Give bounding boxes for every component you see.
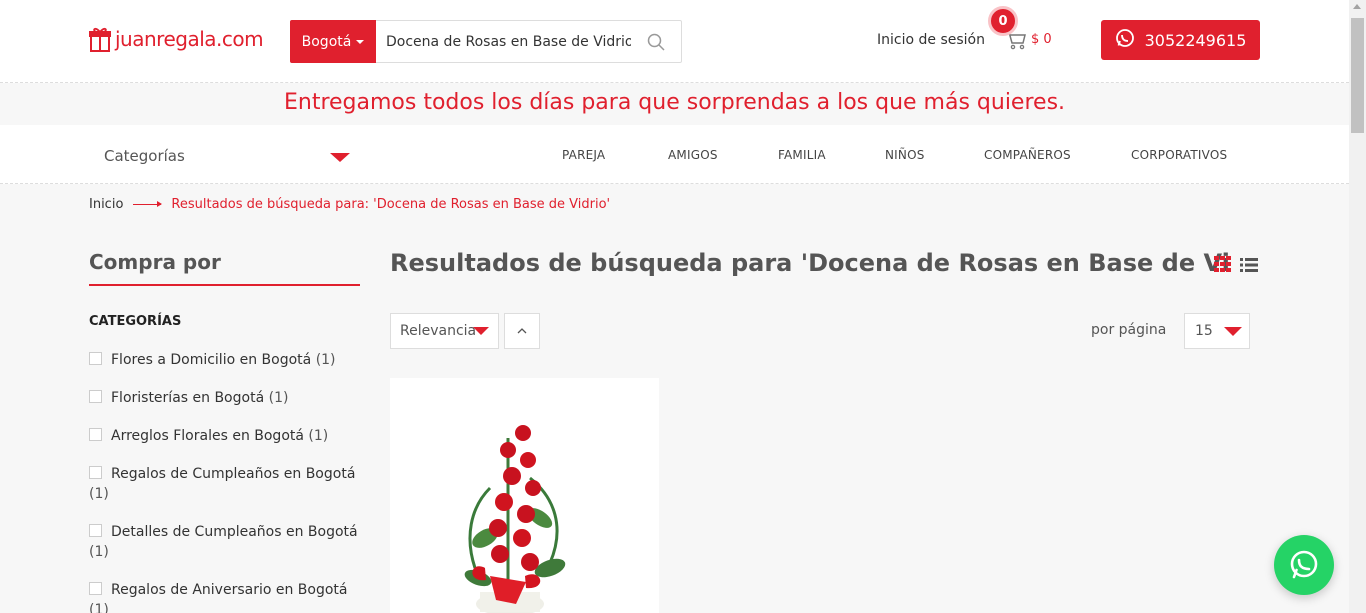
facet-count: (1): [308, 428, 329, 444]
caret-down-icon[interactable]: [330, 153, 350, 162]
caret-down-icon: [356, 39, 365, 44]
search-input[interactable]: [376, 21, 631, 62]
facet-label: Floristerías en Bogotá: [111, 390, 265, 406]
search-bar: Bogotá: [290, 20, 682, 63]
phone-number: 3052249615: [1144, 30, 1247, 50]
per-page-label: por página: [1091, 322, 1167, 338]
sort-direction-button[interactable]: [504, 313, 540, 349]
gift-icon: [89, 25, 111, 53]
cart-amount[interactable]: $ 0: [1031, 32, 1052, 47]
site-logo[interactable]: juanregala.com: [89, 25, 264, 53]
facet-item[interactable]: Regalos de Aniversario en Bogotá (1): [89, 580, 359, 613]
main-nav: Categorías PAREJA AMIGOS FAMILIA NIÑOS C…: [0, 125, 1349, 184]
city-selector[interactable]: Bogotá: [290, 20, 376, 63]
site-header: juanregala.com Bogotá Inicio de sesión 0…: [0, 0, 1349, 83]
scroll-up-icon[interactable]: [1353, 4, 1361, 9]
whatsapp-icon: [1290, 550, 1318, 579]
login-link[interactable]: Inicio de sesión: [877, 32, 985, 48]
checkbox[interactable]: [89, 428, 102, 441]
results-title: Resultados de búsqueda para 'Docena de R…: [390, 249, 1228, 277]
caret-down-icon[interactable]: [1224, 327, 1242, 336]
facet-item[interactable]: Floristerías en Bogotá (1): [89, 388, 359, 408]
facet-count: (1): [89, 486, 109, 502]
categories-dropdown[interactable]: Categorías: [104, 147, 185, 165]
product-card[interactable]: [390, 378, 659, 613]
facet-label: Regalos de Cumpleaños en Bogotá: [111, 466, 356, 482]
nav-item-companeros[interactable]: COMPAÑEROS: [984, 148, 1071, 162]
caret-down-icon[interactable]: [473, 327, 489, 335]
facet-count: (1): [89, 544, 109, 560]
facet-label: Regalos de Aniversario en Bogotá: [111, 582, 348, 598]
list-view-icon[interactable]: [1240, 257, 1258, 276]
checkbox[interactable]: [89, 466, 102, 479]
nav-item-familia[interactable]: FAMILIA: [778, 148, 826, 162]
checkbox[interactable]: [89, 582, 102, 595]
facet-item[interactable]: Regalos de Cumpleaños en Bogotá (1): [89, 464, 359, 504]
sidebar-section-title: CATEGORÍAS: [89, 314, 182, 329]
breadcrumb: Inicio Resultados de búsqueda para: 'Doc…: [89, 197, 610, 212]
nav-item-corporativos[interactable]: CORPORATIVOS: [1131, 148, 1227, 162]
breadcrumb-home[interactable]: Inicio: [89, 197, 123, 212]
whatsapp-icon: [1115, 28, 1135, 52]
facet-item[interactable]: Detalles de Cumpleaños en Bogotá (1): [89, 522, 359, 562]
nav-item-ninos[interactable]: NIÑOS: [885, 148, 925, 162]
facet-item[interactable]: Arreglos Florales en Bogotá (1): [89, 426, 359, 446]
checkbox[interactable]: [89, 352, 102, 365]
sidebar-divider: [89, 284, 360, 286]
grid-view-icon[interactable]: [1214, 256, 1232, 276]
whatsapp-phone-button[interactable]: 3052249615: [1101, 20, 1260, 60]
checkbox[interactable]: [89, 524, 102, 537]
chevron-up-icon: [517, 328, 527, 334]
product-image: [464, 425, 566, 613]
scrollbar-thumb[interactable]: [1351, 18, 1364, 133]
checkbox[interactable]: [89, 390, 102, 403]
arrow-right-icon: [133, 201, 163, 207]
logo-text: juanregala.com: [115, 27, 264, 51]
search-icon[interactable]: [631, 21, 681, 62]
cart-count-badge[interactable]: 0: [988, 6, 1018, 36]
facet-count: (1): [89, 602, 109, 613]
city-label: Bogotá: [301, 33, 352, 50]
facet-label: Detalles de Cumpleaños en Bogotá: [111, 524, 358, 540]
sidebar-title: Compra por: [89, 250, 221, 274]
facet-label: Arreglos Florales en Bogotá: [111, 428, 304, 444]
nav-item-amigos[interactable]: AMIGOS: [668, 148, 718, 162]
facet-item[interactable]: Flores a Domicilio en Bogotá (1): [89, 350, 359, 370]
facet-label: Flores a Domicilio en Bogotá: [111, 352, 312, 368]
breadcrumb-current: Resultados de búsqueda para: 'Docena de …: [171, 197, 611, 212]
promo-banner: Entregamos todos los días para que sorpr…: [0, 84, 1349, 125]
whatsapp-float-button[interactable]: [1274, 535, 1334, 595]
facet-count: (1): [268, 390, 289, 406]
nav-item-pareja[interactable]: PAREJA: [562, 148, 605, 162]
facet-count: (1): [315, 352, 336, 368]
